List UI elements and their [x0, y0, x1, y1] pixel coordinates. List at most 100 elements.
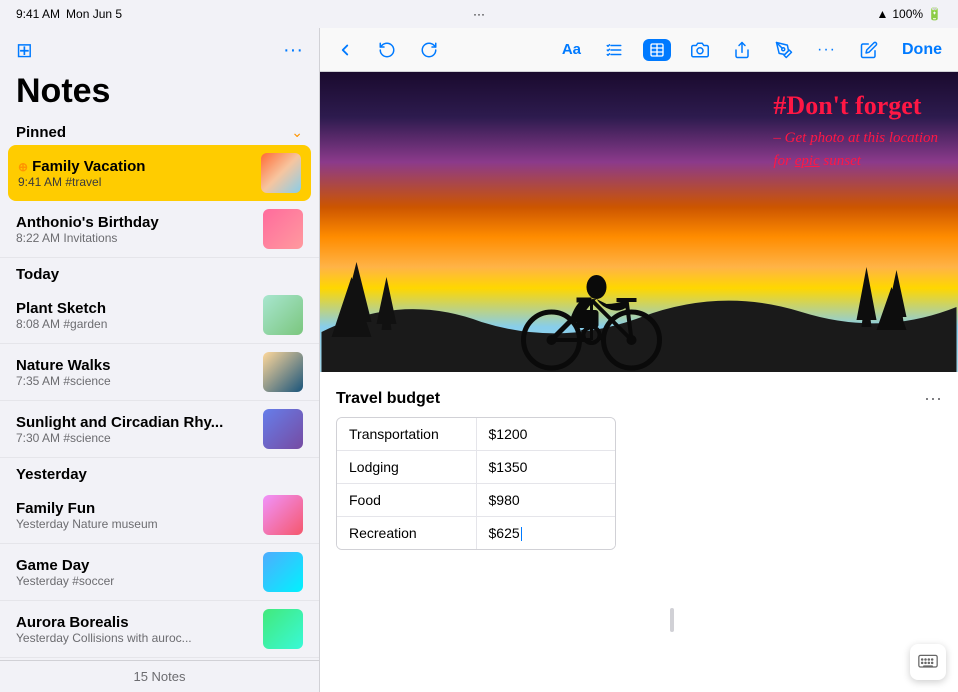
status-dots: ··· [473, 7, 485, 21]
handwritten-line3: for epic sunset [773, 151, 938, 172]
wifi-icon: ▲ [876, 7, 888, 21]
note-thumb-game-day [263, 552, 303, 592]
hero-image: #Don't forget – Get photo at this locati… [320, 72, 958, 372]
status-date: Mon Jun 5 [66, 7, 122, 21]
markup-button[interactable] [771, 37, 797, 63]
note-item-text: Plant Sketch 8:08 AM #garden [16, 300, 253, 331]
back-button[interactable] [332, 37, 358, 63]
note-icon-button[interactable] [856, 37, 882, 63]
handwritten-line1: #Don't forget [773, 88, 938, 124]
table-button[interactable] [643, 39, 671, 61]
budget-title: Travel budget [336, 390, 440, 408]
note-item-family-vacation[interactable]: ⊕Family Vacation 9:41 AM #travel [8, 145, 311, 201]
note-item-text: Family Fun Yesterday Nature museum [16, 500, 253, 531]
main-content: ⊞ ··· Notes Pinned ⌄ ⊕Family Vacation [0, 28, 958, 692]
note-thumb-nature-walks [263, 352, 303, 392]
note-thumb-aurora [263, 609, 303, 649]
note-meta-game-day: Yesterday #soccer [16, 574, 253, 588]
budget-amount-recreation[interactable]: $625 [477, 517, 616, 549]
section-yesterday-label: Yesterday [16, 466, 87, 483]
budget-row-food: Food $980 [337, 484, 615, 517]
note-title-plant-sketch: Plant Sketch [16, 300, 253, 317]
section-today-header: Today [0, 258, 319, 287]
sidebar-header: ⊞ ··· [0, 28, 319, 69]
budget-category-food: Food [337, 484, 477, 516]
note-item-family-fun[interactable]: Family Fun Yesterday Nature museum [0, 487, 319, 544]
share-button[interactable] [729, 37, 755, 63]
note-title-family-vacation: ⊕Family Vacation [18, 158, 251, 175]
sidebar-more-icon[interactable]: ··· [283, 39, 303, 62]
table-drag-handle[interactable] [670, 608, 674, 632]
note-item-birthday[interactable]: Anthonio's Birthday 8:22 AM Invitations [0, 201, 319, 258]
sidebar-title: Notes [0, 69, 319, 116]
notes-count: 15 Notes [133, 669, 185, 684]
budget-section: Travel budget ··· Transportation $1200 L… [320, 372, 958, 550]
note-editor: Aa ··· Don [320, 28, 958, 692]
budget-category-lodging: Lodging [337, 451, 477, 483]
budget-amount-lodging: $1350 [477, 451, 616, 483]
note-item-text: Sunlight and Circadian Rhy... 7:30 AM #s… [16, 414, 253, 445]
note-title-sunlight: Sunlight and Circadian Rhy... [16, 414, 253, 431]
note-title-aurora: Aurora Borealis [16, 614, 253, 631]
note-meta-family-fun: Yesterday Nature museum [16, 517, 253, 531]
format-button[interactable]: Aa [558, 37, 585, 62]
handwritten-text-overlay: #Don't forget – Get photo at this locati… [773, 88, 938, 172]
budget-category-transportation: Transportation [337, 418, 477, 450]
note-thumb-plant-sketch [263, 295, 303, 335]
pin-icon: ⊕ [18, 160, 28, 174]
note-item-nature-walks[interactable]: Nature Walks 7:35 AM #science [0, 344, 319, 401]
note-meta-nature-walks: 7:35 AM #science [16, 374, 253, 388]
bike-scene: #Don't forget – Get photo at this locati… [320, 72, 958, 372]
note-item-text: Game Day Yesterday #soccer [16, 557, 253, 588]
note-item-game-day[interactable]: Game Day Yesterday #soccer [0, 544, 319, 601]
note-item-text: Aurora Borealis Yesterday Collisions wit… [16, 614, 253, 645]
note-meta-family-vacation: 9:41 AM #travel [18, 175, 251, 189]
status-bar-right: ▲ 100% 🔋 [876, 7, 942, 21]
undo-button[interactable] [374, 37, 400, 63]
note-item-text: Anthonio's Birthday 8:22 AM Invitations [16, 214, 253, 245]
note-meta-sunlight: 7:30 AM #science [16, 431, 253, 445]
notes-list[interactable]: Pinned ⌄ ⊕Family Vacation 9:41 AM #trave… [0, 116, 319, 660]
status-bar-left: 9:41 AM Mon Jun 5 [16, 7, 122, 21]
section-today-label: Today [16, 266, 59, 283]
budget-row-recreation: Recreation $625 [337, 517, 615, 549]
note-title-birthday: Anthonio's Birthday [16, 214, 253, 231]
note-meta-birthday: 8:22 AM Invitations [16, 231, 253, 245]
editor-content[interactable]: #Don't forget – Get photo at this locati… [320, 72, 958, 692]
note-title-nature-walks: Nature Walks [16, 357, 253, 374]
sidebar: ⊞ ··· Notes Pinned ⌄ ⊕Family Vacation [0, 28, 320, 692]
note-thumb-birthday [263, 209, 303, 249]
sidebar-toggle-icon[interactable]: ⊞ [16, 38, 33, 63]
budget-header: Travel budget ··· [336, 388, 942, 409]
pinned-chevron-icon[interactable]: ⌄ [291, 124, 303, 141]
note-item-sunlight[interactable]: Sunlight and Circadian Rhy... 7:30 AM #s… [0, 401, 319, 458]
section-yesterday-header: Yesterday [0, 458, 319, 487]
note-thumb-family-vacation [261, 153, 301, 193]
battery-icon: 🔋 [927, 7, 942, 21]
checklist-button[interactable] [601, 37, 627, 63]
status-time: 9:41 AM [16, 7, 60, 21]
section-pinned-label: Pinned [16, 124, 66, 141]
note-meta-aurora: Yesterday Collisions with auroc... [16, 631, 253, 645]
redo-button[interactable] [416, 37, 442, 63]
landscape-svg [320, 192, 958, 372]
budget-amount-food: $980 [477, 484, 616, 516]
status-bar: 9:41 AM Mon Jun 5 ··· ▲ 100% 🔋 [0, 0, 958, 28]
note-meta-plant-sketch: 8:08 AM #garden [16, 317, 253, 331]
budget-category-recreation: Recreation [337, 517, 477, 549]
battery-status: 100% [892, 7, 923, 21]
more-button[interactable]: ··· [813, 37, 840, 63]
camera-button[interactable] [687, 37, 713, 63]
note-item-plant-sketch[interactable]: Plant Sketch 8:08 AM #garden [0, 287, 319, 344]
keyboard-icon [918, 654, 938, 670]
note-item-aurora[interactable]: Aurora Borealis Yesterday Collisions wit… [0, 601, 319, 658]
budget-row-transportation: Transportation $1200 [337, 418, 615, 451]
budget-table[interactable]: Transportation $1200 Lodging $1350 Food … [336, 417, 616, 550]
editor-toolbar: Aa ··· Don [320, 28, 958, 72]
note-item-text: ⊕Family Vacation 9:41 AM #travel [18, 158, 251, 189]
handwritten-line2: – Get photo at this location [773, 128, 938, 149]
keyboard-button[interactable] [910, 644, 946, 680]
note-title-family-fun: Family Fun [16, 500, 253, 517]
budget-more-icon[interactable]: ··· [924, 388, 942, 409]
done-button[interactable]: Done [898, 37, 946, 63]
